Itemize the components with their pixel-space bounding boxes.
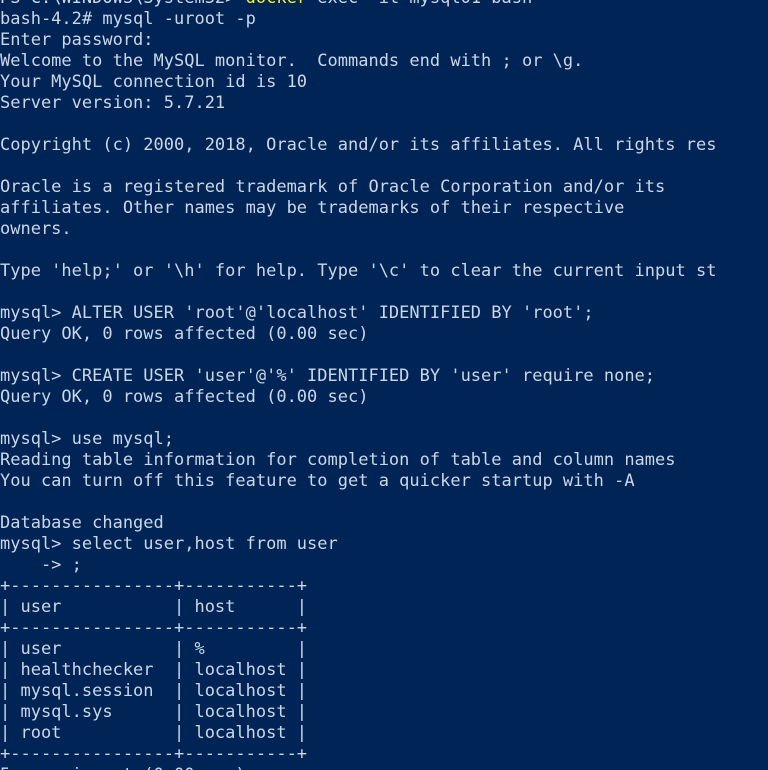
line-create-user: mysql> CREATE USER 'user'@'%' IDENTIFIED… xyxy=(0,366,768,387)
line-server-version-seg-0: Server version: 5.7.21 xyxy=(0,93,226,113)
line-ps-prompt-seg-0: PS C:\WINDOWS\System32> xyxy=(0,0,246,8)
line-table-header-seg-0: | user | host | xyxy=(0,597,308,617)
line-database-changed-seg-0: Database changed xyxy=(0,513,164,533)
line-table-row-2-seg-0: | healthchecker | localhost | xyxy=(0,660,308,680)
line-use-mysql: mysql> use mysql; xyxy=(0,429,768,450)
line-continuation: -> ; xyxy=(0,555,768,576)
line-table-row-2: | healthchecker | localhost | xyxy=(0,660,768,681)
line-blank-3 xyxy=(0,240,768,261)
line-table-row-5-seg-0: | root | localhost | xyxy=(0,723,308,743)
line-welcome-seg-0: Welcome to the MySQL monitor. Commands e… xyxy=(0,51,584,71)
line-blank-1 xyxy=(0,114,768,135)
line-blank-2 xyxy=(0,156,768,177)
line-select-query: mysql> select user,host from user xyxy=(0,534,768,555)
line-blank-6 xyxy=(0,408,768,429)
line-table-bottom-border: +----------------+-----------+ xyxy=(0,744,768,765)
line-bash-prompt: bash-4.2# mysql -uroot -p xyxy=(0,9,768,30)
line-alter-user: mysql> ALTER USER 'root'@'localhost' IDE… xyxy=(0,303,768,324)
line-connection-id-seg-0: Your MySQL connection id is 10 xyxy=(0,72,308,92)
line-help-hint-seg-0: Type 'help;' or '\h' for help. Type '\c'… xyxy=(0,261,717,281)
line-trademark-3: owners. xyxy=(0,219,768,240)
line-alter-result-seg-0: Query OK, 0 rows affected (0.00 sec) xyxy=(0,324,369,344)
line-table-row-5: | root | localhost | xyxy=(0,723,768,744)
line-trademark-1-seg-0: Oracle is a registered trademark of Orac… xyxy=(0,177,666,197)
line-trademark-2: affiliates. Other names may be trademark… xyxy=(0,198,768,219)
line-help-hint: Type 'help;' or '\h' for help. Type '\c'… xyxy=(0,261,768,282)
line-create-result: Query OK, 0 rows affected (0.00 sec) xyxy=(0,387,768,408)
line-ps-prompt-seg-1: docker xyxy=(246,0,307,8)
line-continuation-seg-0: -> ; xyxy=(0,555,82,575)
line-table-header-border: +----------------+-----------+ xyxy=(0,618,768,639)
line-table-top-border-seg-0: +----------------+-----------+ xyxy=(0,576,308,596)
line-copyright-seg-0: Copyright (c) 2000, 2018, Oracle and/or … xyxy=(0,135,717,155)
line-table-row-1: | user | % | xyxy=(0,639,768,660)
line-welcome: Welcome to the MySQL monitor. Commands e… xyxy=(0,51,768,72)
line-create-user-seg-0: mysql> CREATE USER 'user'@'%' IDENTIFIED… xyxy=(0,366,656,386)
line-blank-7 xyxy=(0,492,768,513)
line-table-row-3: | mysql.session | localhost | xyxy=(0,681,768,702)
line-table-header: | user | host | xyxy=(0,597,768,618)
line-blank-4 xyxy=(0,282,768,303)
line-use-mysql-seg-0: mysql> use mysql; xyxy=(0,429,174,449)
line-copyright: Copyright (c) 2000, 2018, Oracle and/or … xyxy=(0,135,768,156)
line-ps-prompt: PS C:\WINDOWS\System32> docker exec -it … xyxy=(0,0,768,9)
line-database-changed: Database changed xyxy=(0,513,768,534)
line-reading-table-seg-0: Reading table information for completion… xyxy=(0,450,676,470)
line-server-version: Server version: 5.7.21 xyxy=(0,93,768,114)
line-reading-table: Reading table information for completion… xyxy=(0,450,768,471)
line-table-row-1-seg-0: | user | % | xyxy=(0,639,308,659)
line-table-header-border-seg-0: +----------------+-----------+ xyxy=(0,618,308,638)
line-table-top-border: +----------------+-----------+ xyxy=(0,576,768,597)
line-table-row-4-seg-0: | mysql.sys | localhost | xyxy=(0,702,308,722)
line-table-bottom-border-seg-0: +----------------+-----------+ xyxy=(0,744,308,764)
line-alter-user-seg-0: mysql> ALTER USER 'root'@'localhost' IDE… xyxy=(0,303,594,323)
line-rows-in-set: 5 rows in set (0.00 sec) xyxy=(0,765,768,770)
line-connection-id: Your MySQL connection id is 10 xyxy=(0,72,768,93)
line-table-row-3-seg-0: | mysql.session | localhost | xyxy=(0,681,308,701)
line-enter-password-seg-0: Enter password: xyxy=(0,30,154,50)
terminal-screen-buffer: PS C:\WINDOWS\System32> docker exec -it … xyxy=(0,0,768,770)
line-rows-in-set-seg-0: 5 rows in set (0.00 sec) xyxy=(0,765,246,770)
line-table-row-4: | mysql.sys | localhost | xyxy=(0,702,768,723)
line-create-result-seg-0: Query OK, 0 rows affected (0.00 sec) xyxy=(0,387,369,407)
line-trademark-1: Oracle is a registered trademark of Orac… xyxy=(0,177,768,198)
terminal-window[interactable]: PS C:\WINDOWS\System32> docker exec -it … xyxy=(0,0,768,770)
line-enter-password: Enter password: xyxy=(0,30,768,51)
line-alter-result: Query OK, 0 rows affected (0.00 sec) xyxy=(0,324,768,345)
line-trademark-2-seg-0: affiliates. Other names may be trademark… xyxy=(0,198,625,218)
line-select-query-seg-0: mysql> select user,host from user xyxy=(0,534,338,554)
line-ps-prompt-seg-2: exec -it mysql01 bash xyxy=(307,0,532,8)
line-bash-prompt-seg-0: bash-4.2# mysql -uroot -p xyxy=(0,9,256,29)
line-turn-off: You can turn off this feature to get a q… xyxy=(0,471,768,492)
line-blank-5 xyxy=(0,345,768,366)
line-trademark-3-seg-0: owners. xyxy=(0,219,72,239)
line-turn-off-seg-0: You can turn off this feature to get a q… xyxy=(0,471,635,491)
